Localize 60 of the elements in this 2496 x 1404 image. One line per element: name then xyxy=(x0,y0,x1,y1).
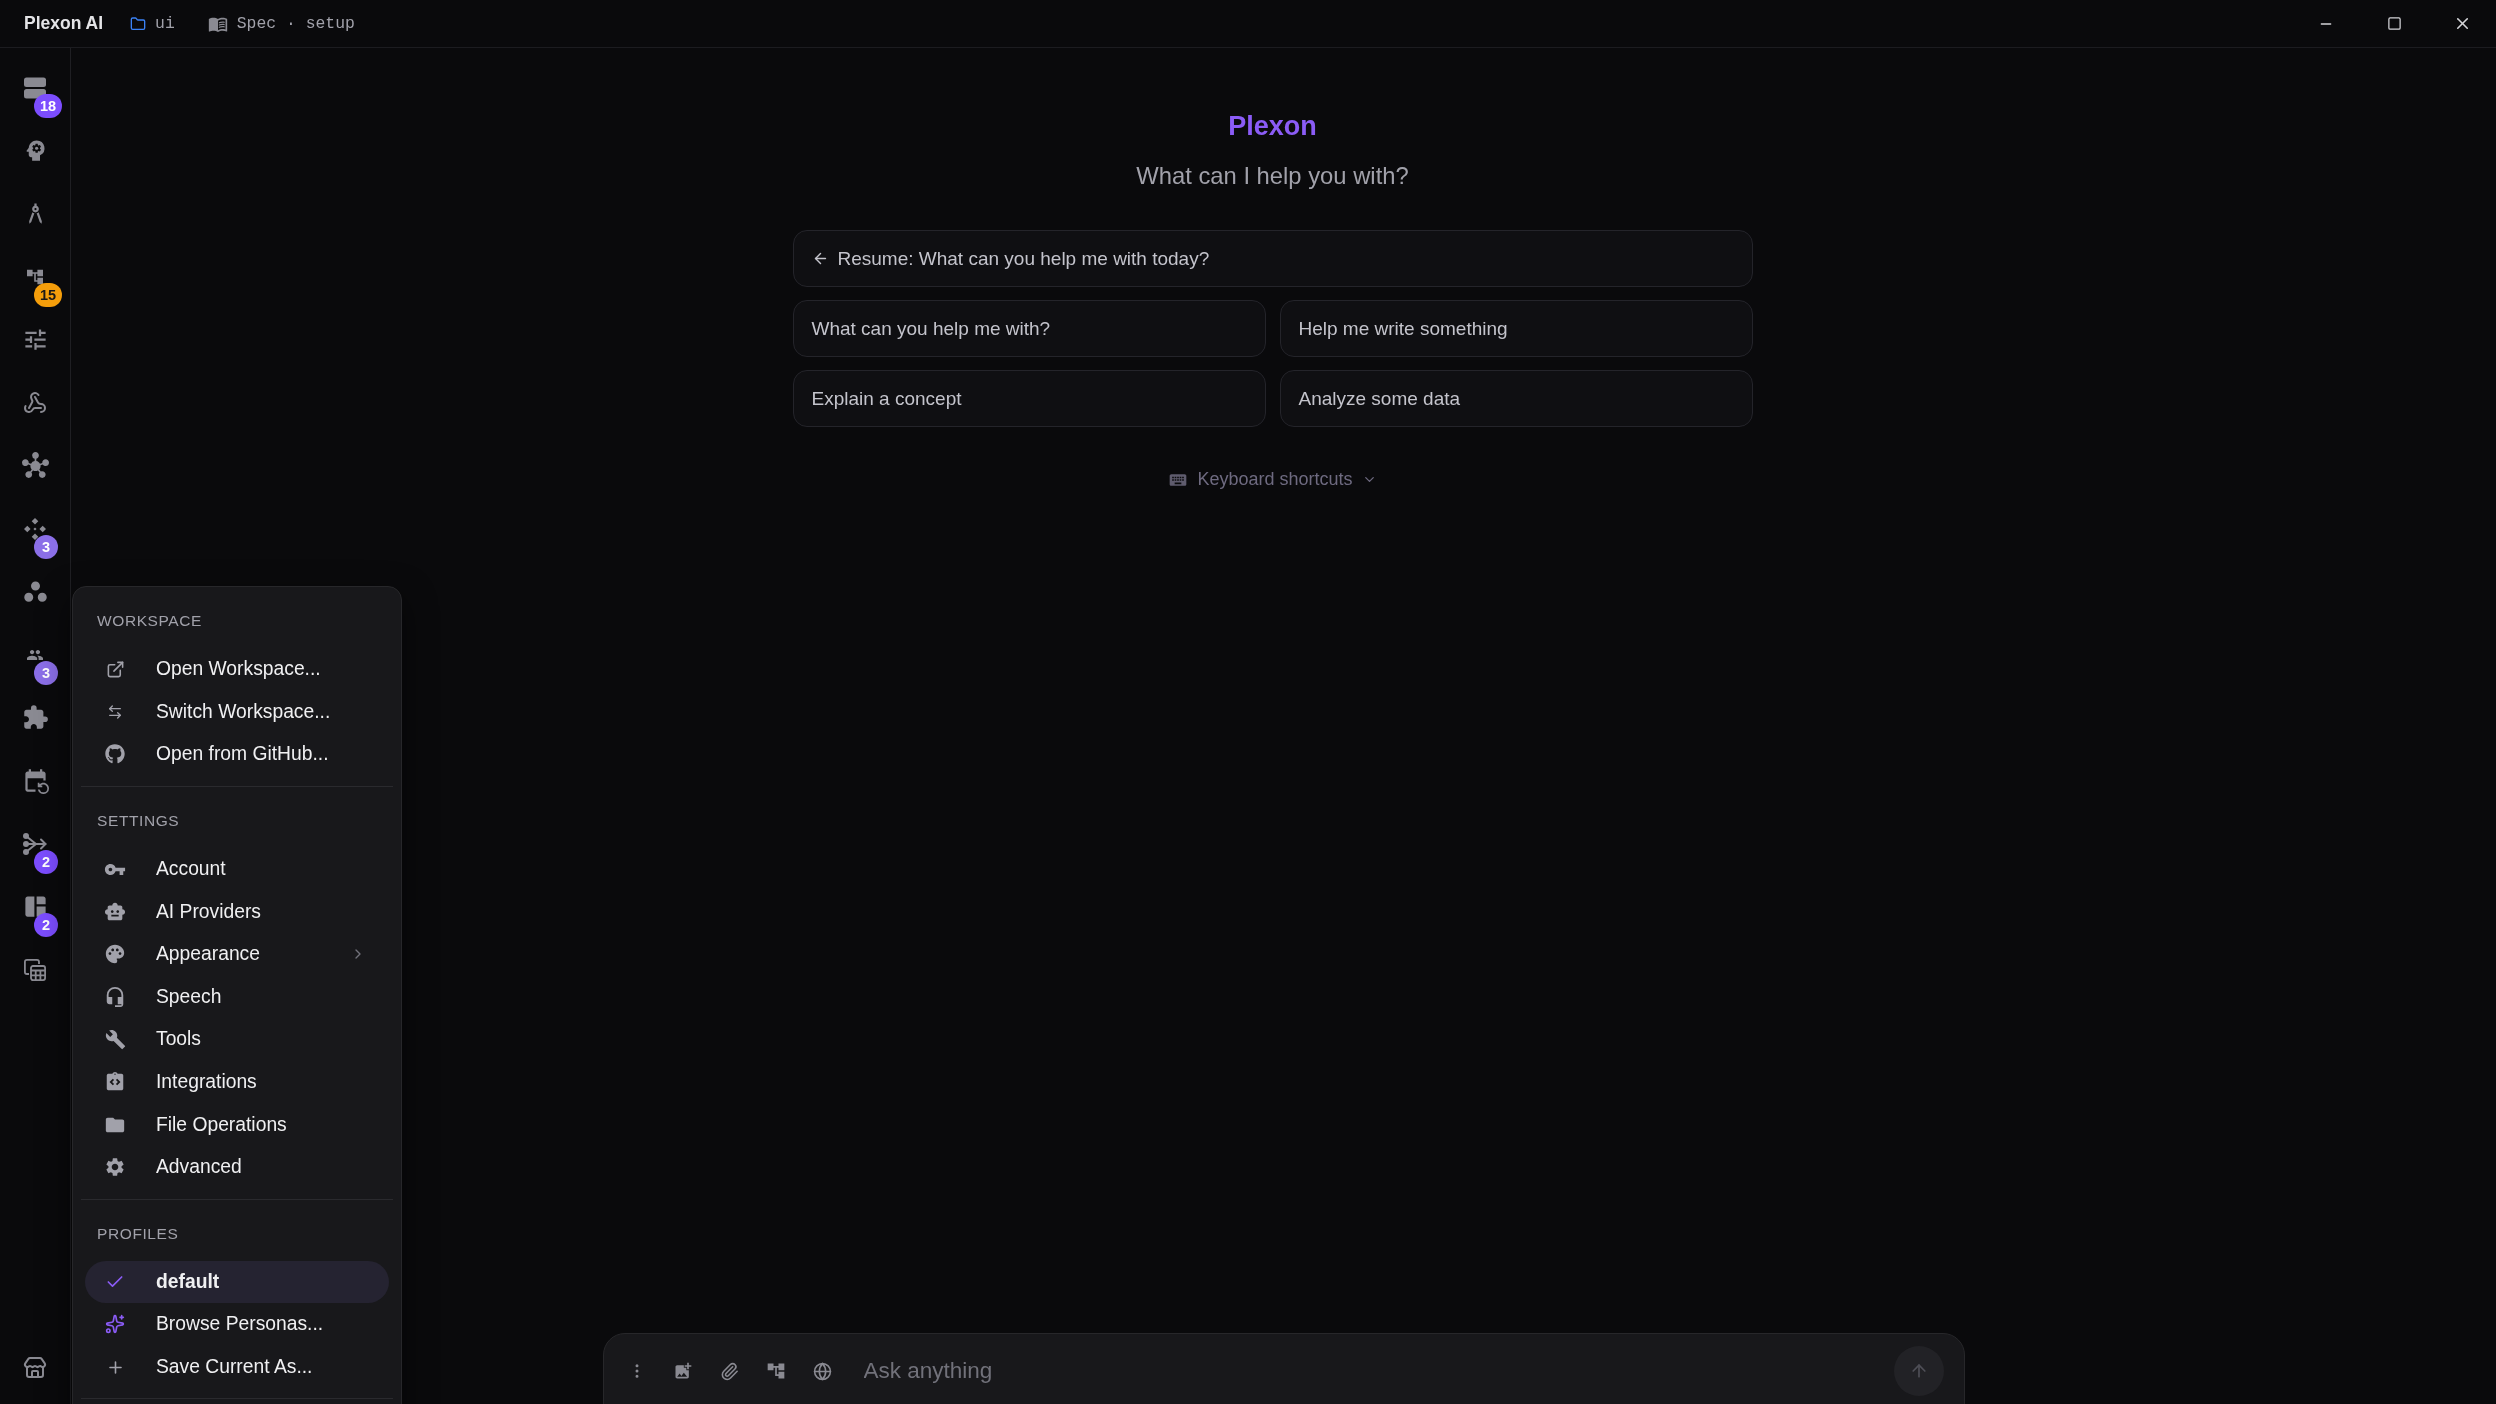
menu-item[interactable]: Account xyxy=(85,847,389,891)
suggestion-button[interactable]: Analyze some data xyxy=(1279,370,1753,427)
github-icon xyxy=(105,744,125,765)
menu-item[interactable]: Open from GitHub... xyxy=(85,733,389,776)
tree-diagram-icon[interactable] xyxy=(765,1361,786,1381)
external-link-icon xyxy=(105,659,125,679)
resume-button[interactable]: Resume: What can you help me with today? xyxy=(792,230,1753,287)
menu-heading: SETTINGS xyxy=(96,810,181,831)
folder-label: ui xyxy=(155,14,175,33)
count-badge: 2 xyxy=(34,850,58,874)
sparkles-icon xyxy=(105,1314,125,1335)
merge-arrows-icon[interactable] xyxy=(23,832,47,855)
palette-icon xyxy=(104,943,126,966)
menu-item[interactable]: Browse Personas... xyxy=(85,1303,389,1346)
menu-heading: WORKSPACE xyxy=(96,611,203,631)
app-title: Plexon xyxy=(1228,110,1317,143)
menu-heading: PROFILES xyxy=(96,1223,180,1244)
robot-icon xyxy=(104,900,126,923)
app-name: Plexon AI xyxy=(24,13,104,34)
webhook-icon[interactable] xyxy=(23,390,47,415)
count-badge: 3 xyxy=(34,661,58,685)
menu-item[interactable]: Appearance xyxy=(85,932,389,976)
table-stack-icon[interactable] xyxy=(24,958,46,981)
menu-item[interactable]: Integrations xyxy=(85,1060,389,1104)
menu-item[interactable]: Switch Workspace... xyxy=(85,690,389,734)
suggestion-button[interactable]: Help me write something xyxy=(1279,300,1753,357)
menu-item[interactable]: Tools xyxy=(85,1018,389,1061)
message-input[interactable]: Ask anything xyxy=(861,1346,1894,1396)
diamond-dots-icon[interactable] xyxy=(24,517,46,540)
suggestion-button[interactable]: What can you help me with? xyxy=(792,300,1266,357)
message-composer[interactable]: Ask anything xyxy=(602,1333,1965,1404)
count-badge: 3 xyxy=(34,535,58,559)
folder-icon xyxy=(130,15,147,32)
globe-icon[interactable] xyxy=(812,1361,832,1381)
count-badge: 2 xyxy=(34,913,58,937)
store-icon[interactable] xyxy=(23,1355,47,1380)
suggestion-button[interactable]: Explain a concept xyxy=(792,370,1266,427)
shortcuts-toggle[interactable]: Keyboard shortcuts xyxy=(1164,467,1381,492)
menu-item[interactable]: default xyxy=(85,1260,389,1304)
puzzle-icon[interactable] xyxy=(21,704,49,731)
stacked-bars-icon[interactable] xyxy=(24,76,46,99)
paperclip-icon[interactable] xyxy=(719,1361,739,1381)
menu-item[interactable]: Speech xyxy=(85,975,389,1019)
headset-icon xyxy=(104,985,126,1008)
swap-arrows-icon xyxy=(107,703,123,720)
document-label: Spec · setup xyxy=(236,14,355,33)
menu-item[interactable]: Save Current As... xyxy=(85,1345,389,1389)
menu-item[interactable]: File Operations xyxy=(85,1103,389,1146)
count-badge: 18 xyxy=(34,94,63,118)
tree-diagram-icon[interactable] xyxy=(27,268,43,285)
greeting-text: What can I help you with? xyxy=(1136,161,1409,191)
menu-item[interactable]: Advanced xyxy=(85,1145,389,1189)
wrench-icon xyxy=(104,1028,126,1050)
menu-item[interactable]: Open Workspace... xyxy=(85,648,389,691)
gear-icon xyxy=(104,1156,126,1179)
maximize-icon[interactable] xyxy=(2386,16,2402,31)
hub-icon[interactable] xyxy=(21,452,49,479)
count-badge: 15 xyxy=(34,283,63,307)
menu-item[interactable]: AI Providers xyxy=(85,890,389,933)
circles-icon[interactable] xyxy=(21,578,49,605)
